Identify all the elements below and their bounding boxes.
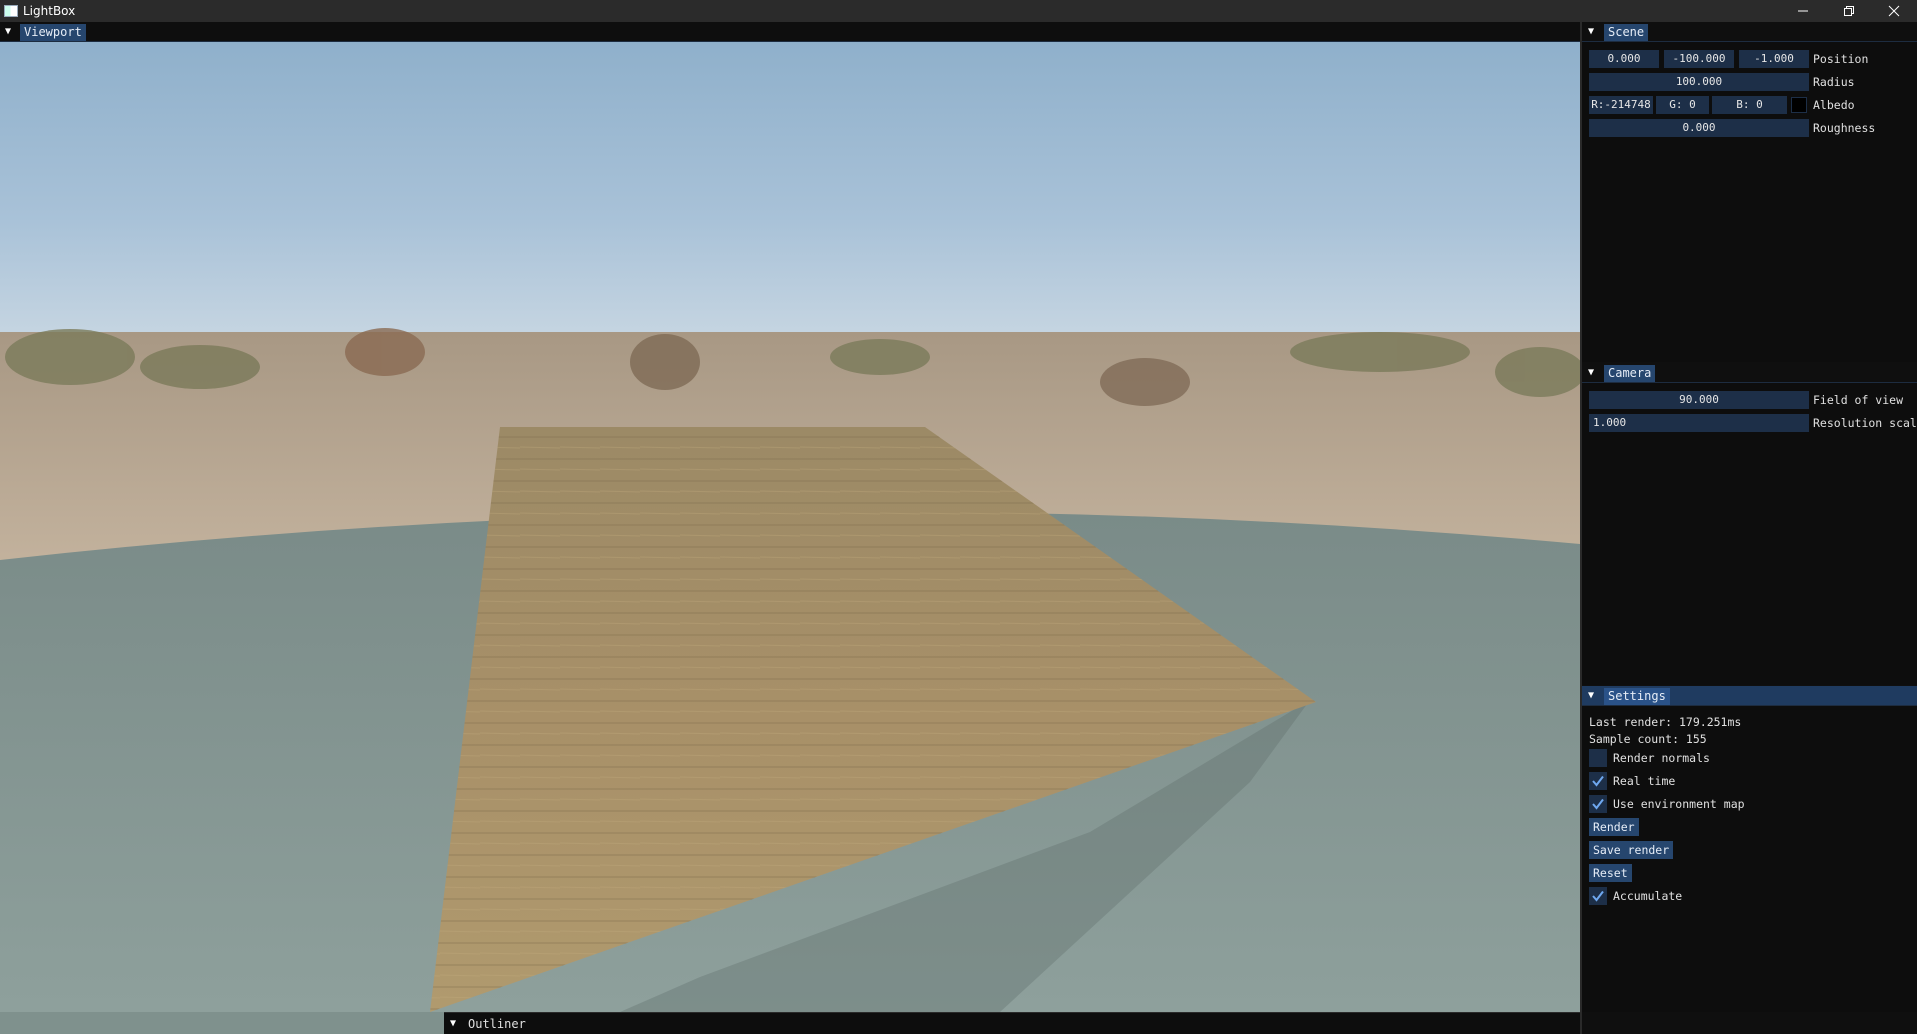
fov-field[interactable]: 90.000 [1589, 391, 1809, 409]
scene-header: ▼ Scene [1582, 22, 1917, 42]
real-time-label: Real time [1613, 774, 1676, 788]
tab-viewport[interactable]: Viewport [20, 24, 86, 41]
collapse-arrow-icon[interactable]: ▼ [1588, 27, 1598, 37]
camera-header: ▼ Camera [1582, 363, 1917, 383]
checkmark-icon [1592, 890, 1604, 902]
render-normals-checkbox[interactable] [1589, 749, 1607, 767]
minimize-button[interactable] [1780, 0, 1826, 22]
resolution-scale-field[interactable]: 1.000 [1589, 414, 1809, 432]
minimize-icon [1798, 10, 1808, 12]
render-image [0, 42, 1580, 1012]
close-icon [1888, 5, 1900, 17]
accumulate-checkbox[interactable] [1589, 887, 1607, 905]
use-env-map-checkbox[interactable] [1589, 795, 1607, 813]
camera-panel: ▼ Camera 90.000 Field of view 1.000 Reso… [1582, 363, 1917, 685]
viewport-header: ▼ Viewport [0, 22, 1580, 42]
close-button[interactable] [1871, 0, 1917, 22]
radius-label: Radius [1813, 75, 1855, 89]
settings-header: ▼ Settings [1582, 686, 1917, 706]
real-time-checkbox[interactable] [1589, 772, 1607, 790]
position-z-field[interactable]: -1.000 [1739, 50, 1809, 68]
position-x-field[interactable]: 0.000 [1589, 50, 1659, 68]
scene-panel: ▼ Scene 0.000 -100.000 -1.000 Position 1… [1582, 22, 1917, 362]
albedo-b-field[interactable]: B: 0 [1712, 96, 1787, 114]
tab-scene[interactable]: Scene [1604, 24, 1649, 41]
last-render-text: Last render: 179.251ms [1589, 715, 1742, 729]
tab-settings[interactable]: Settings [1604, 688, 1670, 705]
viewport-render[interactable] [0, 42, 1580, 1012]
render-button[interactable]: Render [1589, 818, 1639, 836]
save-render-button[interactable]: Save render [1589, 841, 1674, 859]
collapse-arrow-icon[interactable]: ▼ [5, 27, 15, 37]
collapse-arrow-icon[interactable]: ▼ [1588, 691, 1598, 701]
roughness-label: Roughness [1813, 121, 1876, 135]
tab-camera[interactable]: Camera [1604, 365, 1656, 382]
resolution-scale-label: Resolution scal [1813, 416, 1917, 430]
viewport-bottom-strip [0, 1012, 444, 1034]
title-bar: LightBox [0, 0, 1917, 22]
settings-panel: ▼ Settings Last render: 179.251ms Sample… [1582, 686, 1917, 1012]
app-icon [4, 5, 18, 17]
roughness-field[interactable]: 0.000 [1589, 119, 1809, 137]
checkmark-icon [1592, 798, 1604, 810]
radius-field[interactable]: 100.000 [1589, 73, 1809, 91]
window-title: LightBox [23, 4, 76, 18]
restore-icon [1844, 6, 1854, 16]
collapse-arrow-icon[interactable]: ▼ [450, 1019, 460, 1029]
position-label: Position [1813, 52, 1869, 66]
position-y-field[interactable]: -100.000 [1664, 50, 1734, 68]
accumulate-label: Accumulate [1613, 889, 1683, 903]
albedo-r-field[interactable]: R:-214748 [1589, 96, 1653, 114]
checkmark-icon [1592, 775, 1604, 787]
collapse-arrow-icon[interactable]: ▼ [1588, 368, 1598, 378]
use-env-map-label: Use environment map [1613, 797, 1745, 811]
fov-label: Field of view [1813, 393, 1904, 407]
render-normals-label: Render normals [1613, 751, 1710, 765]
albedo-label: Albedo [1813, 98, 1855, 112]
restore-button[interactable] [1826, 0, 1872, 22]
reset-button[interactable]: Reset [1589, 864, 1632, 882]
outliner-label[interactable]: Outliner [468, 1017, 526, 1031]
albedo-g-field[interactable]: G: 0 [1656, 96, 1709, 114]
sample-count-text: Sample count: 155 [1589, 732, 1707, 746]
outliner-panel: ▼ Outliner [444, 1012, 1580, 1034]
albedo-color-swatch[interactable] [1791, 97, 1807, 113]
